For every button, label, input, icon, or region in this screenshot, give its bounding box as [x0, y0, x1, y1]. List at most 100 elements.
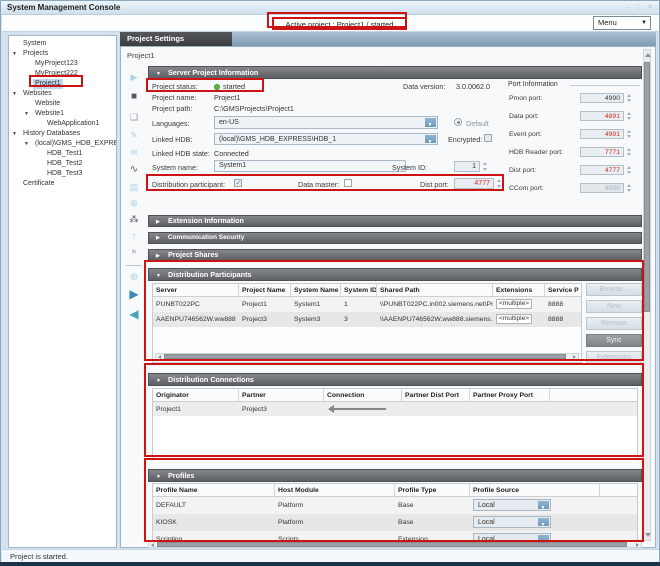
profile-source-dropdown[interactable]: Local [473, 499, 551, 511]
chevron-down-icon[interactable] [538, 501, 549, 509]
remove-button[interactable]: Remove [586, 317, 642, 330]
col-shared-path[interactable]: Shared Path [377, 284, 493, 296]
distribution-participant-checkbox[interactable] [234, 179, 242, 187]
tree-item-website1[interactable]: ▼Website1 [9, 109, 116, 119]
scroll-down-icon[interactable] [645, 533, 651, 537]
scroll-left-icon[interactable] [151, 543, 154, 547]
scrollbar-thumb[interactable] [644, 62, 650, 312]
add-icon[interactable]: ⊕ [121, 271, 147, 285]
forward-icon[interactable]: ▶ [121, 287, 147, 301]
section-distribution-participants[interactable]: Distribution Participants [148, 268, 642, 281]
tree-item-system[interactable]: System [9, 39, 116, 49]
profile-source-dropdown[interactable]: Local [473, 516, 551, 528]
pmon-port-stepper[interactable]: 4990 [580, 93, 624, 103]
tree-item-certificate[interactable]: Certificate [9, 179, 116, 189]
expand-icon[interactable]: ▼ [12, 49, 17, 59]
save-icon[interactable]: ▤ [121, 180, 147, 194]
tree-item-hdb-express[interactable]: ▼(local)\GMS_HDB_EXPRESS [9, 139, 116, 149]
encrypted-checkbox[interactable] [484, 134, 492, 142]
tree-item-hdb-test1[interactable]: HDB_Test1 [9, 149, 116, 159]
tree-item-history-databases[interactable]: ▼History Databases [9, 129, 116, 139]
linked-hdb-dropdown[interactable]: (local)\GMS_HDB_EXPRESS\HDB_1 [214, 133, 438, 145]
stop-icon[interactable]: ■ [121, 90, 147, 104]
stepper-arrows-icon[interactable] [626, 165, 633, 175]
chevron-down-icon[interactable] [425, 118, 436, 127]
scrollbar-thumb[interactable] [164, 354, 566, 359]
tree-item-myproject123[interactable]: MyProject123 [9, 59, 116, 69]
hdb-reader-port-stepper[interactable]: 7771 [580, 147, 624, 157]
back-icon[interactable]: ◀ [121, 307, 147, 321]
minimize-icon[interactable]: – [625, 1, 629, 15]
tree-item-hdb-test2[interactable]: HDB_Test2 [9, 159, 116, 169]
data-port-stepper[interactable]: 4891 [580, 111, 624, 121]
col-originator[interactable]: Originator [153, 389, 239, 401]
expand-icon[interactable]: ▼ [24, 139, 29, 149]
menu-dropdown[interactable]: Menu ▼ [593, 16, 651, 30]
section-server-project-information[interactable]: Server Project Information [148, 66, 642, 79]
distribution-icon[interactable]: ⁂ [121, 212, 147, 226]
tree-item-projects[interactable]: ▼Projects [9, 49, 116, 59]
scroll-left-icon[interactable] [158, 355, 161, 359]
section-distribution-connections[interactable]: Distribution Connections [148, 373, 642, 386]
tree-item-project1[interactable]: Project1 [9, 79, 116, 89]
sync-button[interactable]: Sync [586, 334, 642, 347]
tree-item-hdb-test3[interactable]: HDB_Test3 [9, 169, 116, 179]
col-server[interactable]: Server [153, 284, 239, 296]
event-port-stepper[interactable]: 4991 [580, 129, 624, 139]
scroll-up-icon[interactable] [645, 53, 651, 57]
col-partner[interactable]: Partner [239, 389, 324, 401]
col-system-name[interactable]: System Name [291, 284, 341, 296]
upload-icon[interactable]: ↑ [121, 230, 147, 244]
col-profile-name[interactable]: Profile Name [153, 484, 275, 496]
col-service-port[interactable]: Service P [545, 284, 581, 296]
stepper-arrows-icon[interactable] [626, 93, 633, 103]
maximize-icon[interactable]: □ [636, 1, 640, 15]
scrollbar-thumb[interactable] [157, 542, 627, 547]
main-hscrollbar[interactable] [148, 541, 642, 548]
main-vscrollbar[interactable] [643, 49, 651, 541]
section-extension-information[interactable]: Extension Information [148, 215, 642, 227]
col-host-module[interactable]: Host Module [275, 484, 395, 496]
col-profile-source[interactable]: Profile Source [470, 484, 600, 496]
tab-project-settings[interactable]: Project Settings [120, 32, 232, 46]
col-extensions[interactable]: Extensions [493, 284, 545, 296]
default-radio[interactable] [454, 118, 462, 126]
extensions-button[interactable]: Extensions [586, 351, 642, 364]
dist-port-stepper[interactable]: 4777 [454, 178, 494, 189]
stepper-arrows-icon[interactable] [626, 147, 633, 157]
close-icon[interactable]: ✕ [647, 1, 653, 15]
section-profiles[interactable]: Profiles [148, 469, 642, 482]
section-project-shares[interactable]: Project Shares [148, 249, 642, 261]
browse-button[interactable]: Browse... [586, 283, 642, 296]
tree-item-website[interactable]: Website [9, 99, 116, 109]
dist-port-info-stepper[interactable]: 4777 [580, 165, 624, 175]
languages-dropdown[interactable]: en-US [214, 116, 438, 129]
col-partner-proxy-port[interactable]: Partner Proxy Port [470, 389, 550, 401]
play-icon[interactable]: ▶ [121, 70, 147, 84]
participant-row[interactable]: AAENPU746562W.ww888 Project3 System3 3 \… [153, 312, 581, 327]
stepper-arrows-icon[interactable] [482, 161, 489, 172]
col-profile-type[interactable]: Profile Type [395, 484, 470, 496]
profile-row[interactable]: KIOSK Platform Base Local [153, 514, 637, 531]
participants-hscrollbar[interactable] [155, 353, 579, 360]
scroll-right-icon[interactable] [636, 543, 639, 547]
scroll-right-icon[interactable] [573, 355, 576, 359]
stepper-arrows-icon[interactable] [626, 111, 633, 121]
tree-item-webapplication1[interactable]: WebApplication1 [9, 119, 116, 129]
chart-icon[interactable]: ∿ [121, 163, 147, 177]
col-system-id[interactable]: System ID [341, 284, 377, 296]
stepper-arrows-icon[interactable] [626, 129, 633, 139]
system-id-stepper[interactable]: 1 [454, 161, 480, 172]
stepper-arrows-icon[interactable] [496, 178, 503, 189]
section-communication-security[interactable]: Communication Security [148, 232, 642, 244]
chevron-down-icon[interactable] [538, 518, 549, 526]
edit-icon[interactable]: ✎ [121, 128, 147, 142]
extensions-dropdown[interactable]: <multiple> [496, 314, 532, 324]
col-partner-dist-port[interactable]: Partner Dist Port [402, 389, 470, 401]
cancel-icon[interactable]: ⊗ [121, 196, 147, 210]
profile-row[interactable]: DEFAULT Platform Base Local [153, 497, 637, 514]
col-connection[interactable]: Connection [324, 389, 402, 401]
connection-row[interactable]: Project1 Project3 [153, 402, 637, 416]
chevron-down-icon[interactable] [425, 135, 436, 143]
system-name-input[interactable]: System1 [214, 160, 406, 172]
